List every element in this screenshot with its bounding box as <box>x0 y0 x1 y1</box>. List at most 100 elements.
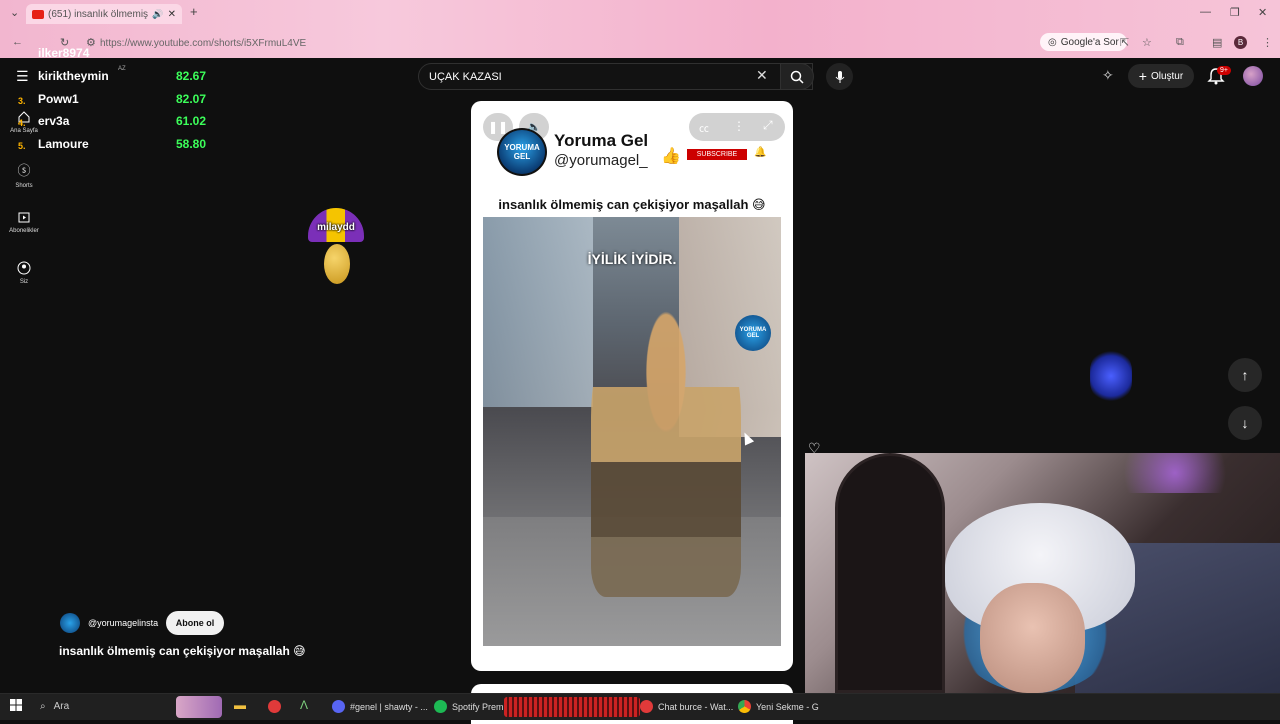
file-explorer-icon[interactable]: ▬ <box>234 698 246 712</box>
channel-name[interactable]: Yoruma Gel <box>554 131 648 151</box>
leaderboard-score: 82.07 <box>176 92 207 106</box>
windows-taskbar: ▬ Λ #genel | shawty - ... Spotify Premiu… <box>0 693 1280 720</box>
google-ask-button[interactable]: ◎ Google'a Sor <box>1040 33 1127 51</box>
subscribe-button[interactable]: SUBSCRIBE <box>687 149 747 160</box>
video-overlay-text: İYİLİK İYİDİR. <box>587 251 677 267</box>
arch-mirror <box>835 453 945 693</box>
arrow-up-icon: ↑ <box>1241 367 1249 383</box>
plus-icon: + <box>1138 68 1147 84</box>
taskbar-label: Chat burce - Wat... <box>658 701 734 712</box>
taskbar-search[interactable]: ⌕ Ara <box>32 695 168 718</box>
channel-logo[interactable]: YORUMA GEL <box>497 128 547 176</box>
short-title-bottom: insanlık ölmemiş can çekişiyor maşallah … <box>59 644 306 658</box>
arrow-down-icon: ↓ <box>1241 415 1249 431</box>
sidebar-panel-icon[interactable]: ▤ <box>1212 36 1222 49</box>
subscriptions-icon <box>18 212 30 223</box>
user-icon <box>17 261 31 275</box>
channel-avatar[interactable] <box>60 613 80 633</box>
account-avatar[interactable] <box>1243 66 1263 86</box>
bell-icon[interactable]: 🔔 <box>754 147 766 158</box>
install-icon[interactable]: ⇱ <box>1120 36 1129 49</box>
notification-badge: 9+ <box>1217 66 1231 75</box>
taskbar-label: Yeni Sekme - G <box>756 701 819 712</box>
fullscreen-icon[interactable]: ⤢ <box>763 118 773 133</box>
taskbar-label: Spotify Premiu <box>452 701 511 712</box>
app-icon-red[interactable] <box>268 700 281 713</box>
video-frame[interactable]: İYİLİK İYİDİR. YORUMA GEL <box>483 217 781 646</box>
taskbar-spotify[interactable]: Spotify Premiu <box>434 700 511 713</box>
youtube-favicon-icon <box>32 9 44 19</box>
tab-list-icon[interactable]: ⌄ <box>10 6 19 19</box>
minimize-icon[interactable]: — <box>1200 6 1211 18</box>
address-bar[interactable]: https://www.youtube.com/shorts/i5XFrmuL4… <box>100 34 1040 52</box>
more-options-icon[interactable]: ⋮ <box>733 119 745 133</box>
taskbar-chat[interactable]: Chat burce - Wat... <box>640 700 733 713</box>
voice-search-button[interactable] <box>826 63 853 90</box>
chrome-menu-icon[interactable]: ⋮ <box>1262 36 1273 49</box>
extensions-icon[interactable]: ⧉ <box>1176 36 1184 49</box>
potato-icon <box>324 244 350 284</box>
short-player[interactable]: ❚❚ 🔈 ㏄ ⋮ ⤢ YORUMA GEL Yoruma Gel @yoruma… <box>471 101 793 671</box>
profile-avatar[interactable]: B <box>1234 36 1247 49</box>
tab-bar: ⌄ (651) insanlık ölmemiş can 🔊 ✕ + — ❐ ✕ <box>0 0 1280 28</box>
sticker-label: milaydd <box>317 222 355 233</box>
video-title: insanlık ölmemiş can çekişiyor maşallah … <box>498 197 766 212</box>
leaderboard-row: ilker8974 <box>18 46 218 66</box>
glow-effect <box>1090 350 1132 402</box>
sidebar-item-label: Shorts <box>15 183 33 189</box>
discord-icon <box>332 700 345 713</box>
search-icon <box>790 70 804 84</box>
leaderboard-name: Poww1 <box>38 92 79 106</box>
tab-close-icon[interactable]: ✕ <box>168 9 176 20</box>
leaderboard-name: Lamoure <box>38 137 89 151</box>
subscribe-pill-button[interactable]: Abone ol <box>166 611 224 635</box>
leaderboard-rank: 3. <box>18 96 26 106</box>
search-input[interactable]: UÇAK KAZASI <box>418 63 813 90</box>
sidebar-item-label: Siz <box>19 279 29 285</box>
leaderboard-row: 4. erv3a 61.02 <box>18 114 218 134</box>
player-controls-group: ㏄ ⋮ ⤢ <box>689 113 785 141</box>
widgets-icon[interactable] <box>176 696 222 718</box>
spotify-icon <box>434 700 447 713</box>
taskbar-chrome[interactable]: Yeni Sekme - G <box>738 700 819 713</box>
sidebar-item-you[interactable]: Siz <box>0 261 48 285</box>
potato-sticker: milaydd <box>306 208 366 286</box>
maximize-icon[interactable]: ❐ <box>1230 6 1240 19</box>
leaderboard-row: kiriktheymin 82.67 <box>18 69 218 89</box>
webcam-overlay <box>805 453 1280 693</box>
taskbar-discord[interactable]: #genel | shawty - ... <box>332 700 428 713</box>
new-tab-icon[interactable]: + <box>190 4 198 19</box>
lens-icon: ◎ <box>1048 36 1057 48</box>
windows-start-icon[interactable] <box>10 699 22 711</box>
leaderboard-name: kiriktheymin <box>38 69 109 83</box>
channel-handle-bottom[interactable]: @yorumagelinsta <box>88 618 158 628</box>
captions-icon[interactable]: ㏄ <box>699 120 709 135</box>
search-button[interactable] <box>780 63 814 90</box>
pause-icon: ❚❚ <box>487 120 509 134</box>
cast-icon[interactable]: ✧ <box>1102 67 1114 84</box>
channel-handle[interactable]: @yorumagel_ <box>554 152 648 169</box>
thumbs-up-icon: 👍 <box>661 148 681 165</box>
sidebar-item-label: Abonelikler <box>9 228 39 234</box>
leaderboard-row: 3. Poww1 82.07 <box>18 92 218 112</box>
previous-short-button[interactable]: ↑ <box>1228 358 1262 392</box>
tab-audio-icon[interactable]: 🔊 <box>152 9 163 20</box>
bookmark-star-icon[interactable]: ☆ <box>1142 36 1152 49</box>
create-label: Oluştur <box>1150 70 1184 82</box>
create-button[interactable]: + Oluştur <box>1128 64 1194 88</box>
close-window-icon[interactable]: ✕ <box>1258 6 1267 19</box>
browser-tab[interactable]: (651) insanlık ölmemiş can 🔊 ✕ <box>26 4 182 24</box>
taskbar-visualizer <box>504 697 640 717</box>
app-icon-green[interactable]: Λ <box>300 698 308 712</box>
sidebar-item-shorts[interactable]: ⓢ Shorts <box>0 160 48 189</box>
person-figure <box>591 297 741 597</box>
leaderboard-name: ilker8974 <box>38 46 90 60</box>
search-icon: ⌕ <box>40 701 46 712</box>
next-short-button[interactable]: ↓ <box>1228 406 1262 440</box>
clear-search-icon[interactable]: ✕ <box>756 67 768 84</box>
shorts-icon: ⓢ <box>17 163 31 178</box>
sidebar-item-subscriptions[interactable]: Abonelikler <box>0 210 48 234</box>
taskbar-label: #genel | shawty - ... <box>350 701 428 712</box>
neon-light <box>1105 453 1245 493</box>
mic-icon <box>835 70 844 83</box>
